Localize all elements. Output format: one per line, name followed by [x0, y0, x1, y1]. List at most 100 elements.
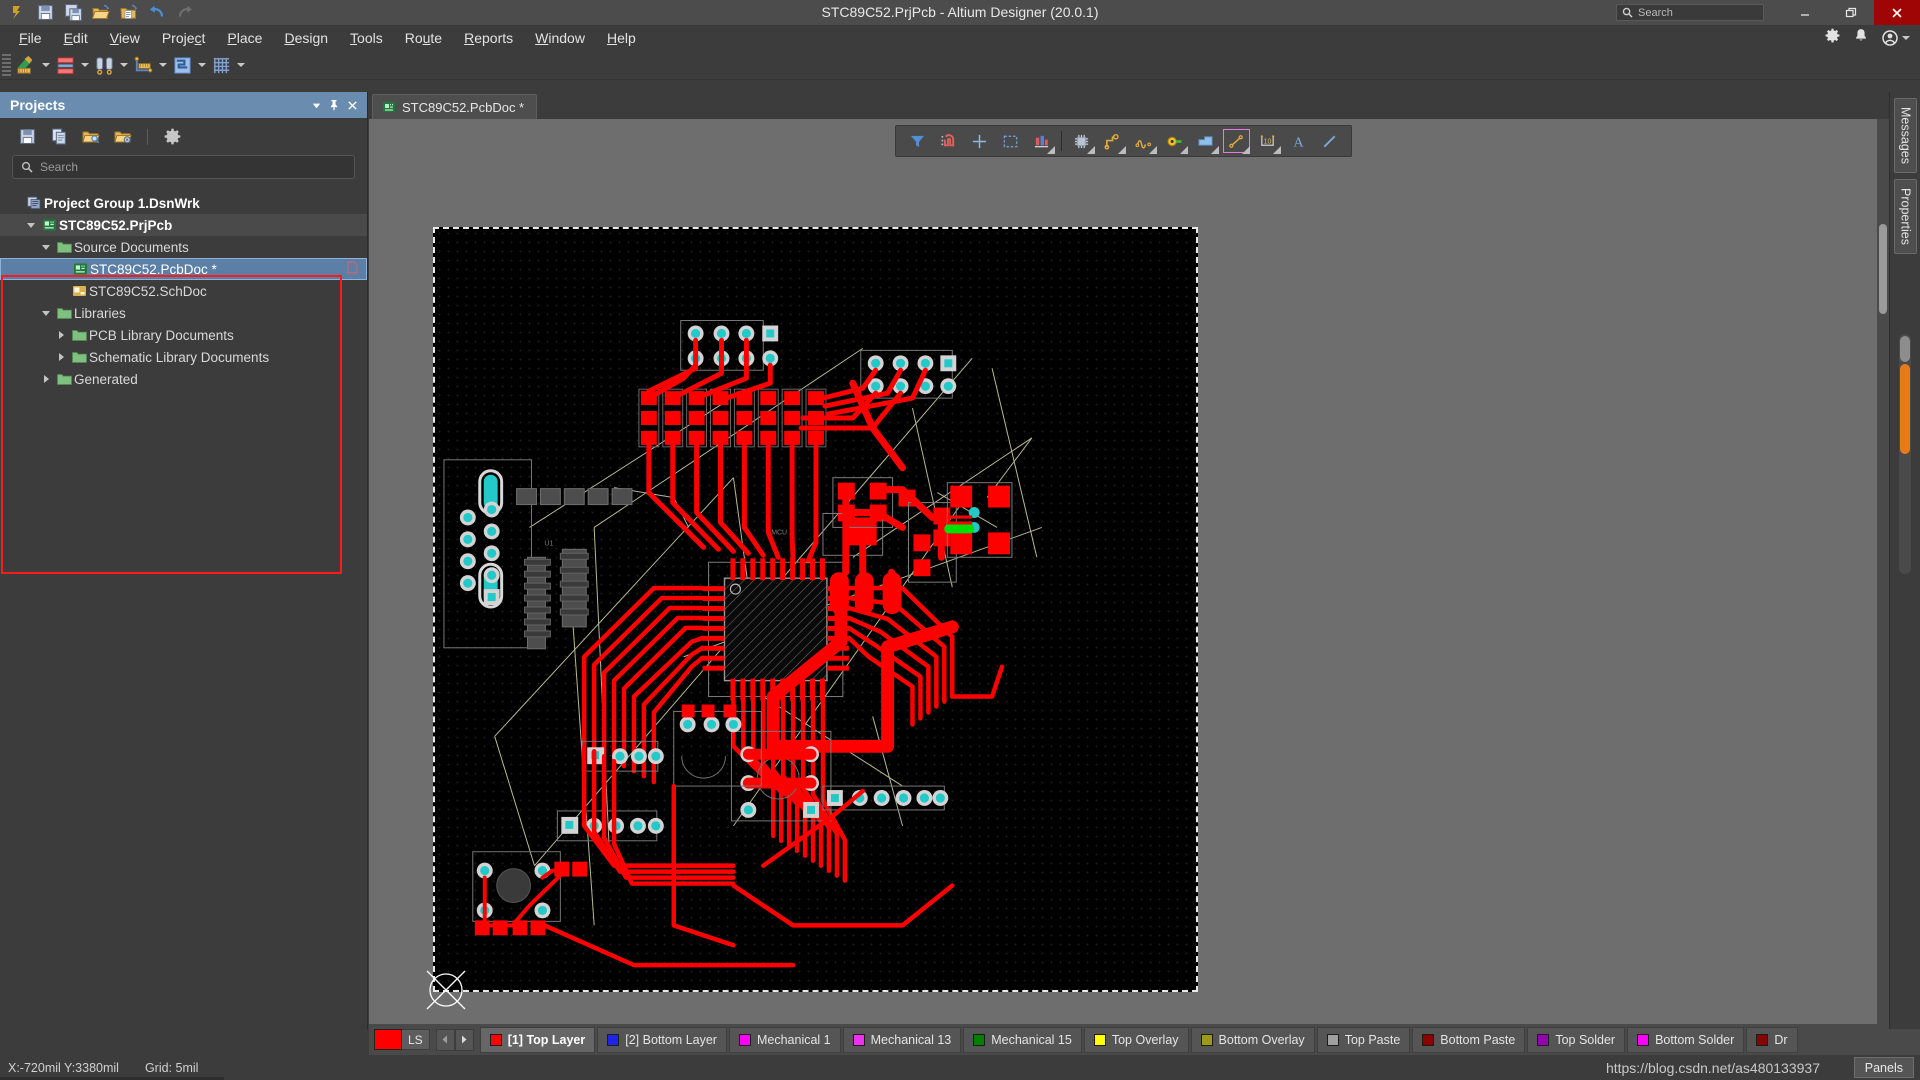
search-input[interactable]: Search — [1616, 4, 1764, 21]
layer-tab[interactable]: Top Overlay — [1084, 1027, 1189, 1053]
grid-icon[interactable] — [208, 53, 234, 78]
measure-icon[interactable] — [130, 53, 156, 78]
copy-project-icon[interactable] — [46, 125, 72, 149]
menu-route[interactable]: Route — [394, 26, 453, 50]
expander-expand-icon[interactable] — [53, 331, 69, 339]
layer-tab[interactable]: [1] Top Layer — [480, 1027, 596, 1053]
restore-button[interactable] — [1828, 0, 1874, 25]
layer-tab[interactable]: Bottom Solder — [1627, 1027, 1744, 1053]
component-icon[interactable] — [1066, 127, 1097, 155]
save-project-icon[interactable] — [14, 125, 40, 149]
open-folder-search-icon[interactable] — [78, 125, 104, 149]
tree-item[interactable]: STC89C52.SchDoc — [0, 280, 367, 302]
expander-collapse-icon[interactable] — [23, 223, 39, 228]
dock-scroll-thumb-grey[interactable] — [1900, 336, 1910, 362]
text-icon[interactable]: A — [1283, 127, 1314, 155]
layer-prev-button[interactable] — [436, 1029, 455, 1051]
tree-item[interactable]: STC89C52.PrjPcb — [0, 214, 367, 236]
inspect-icon[interactable] — [91, 53, 117, 78]
dock-scrollbar[interactable] — [1899, 334, 1911, 574]
tree-item[interactable]: Libraries — [0, 302, 367, 324]
measure-dropdown[interactable] — [156, 53, 169, 78]
filter-icon[interactable] — [902, 127, 933, 155]
tree-item[interactable]: Schematic Library Documents — [0, 346, 367, 368]
toolbar-grip[interactable] — [2, 54, 11, 76]
layer-tab[interactable]: Bottom Overlay — [1191, 1027, 1315, 1053]
save-all-icon[interactable] — [60, 1, 86, 24]
tree-item[interactable]: Generated — [0, 368, 367, 390]
tree-item[interactable]: Project Group 1.DsnWrk — [0, 192, 367, 214]
menu-place[interactable]: Place — [216, 26, 273, 50]
crosshair-icon[interactable] — [964, 127, 995, 155]
close-icon[interactable] — [343, 95, 361, 115]
menu-help[interactable]: Help — [596, 26, 647, 50]
save-icon[interactable] — [32, 1, 58, 24]
panels-button[interactable]: Panels — [1854, 1057, 1914, 1078]
layer-tab[interactable]: Top Paste — [1317, 1027, 1411, 1053]
dock-tab-messages[interactable]: Messages — [1894, 98, 1917, 173]
align-icon[interactable] — [1026, 127, 1057, 155]
menu-window[interactable]: Window — [524, 26, 596, 50]
expander-collapse-icon[interactable] — [38, 311, 54, 316]
tree-item[interactable]: STC89C52.PcbDoc * — [0, 258, 367, 280]
expander-expand-icon[interactable] — [38, 375, 54, 383]
layer-tab[interactable]: Mechanical 13 — [843, 1027, 962, 1053]
menu-view[interactable]: View — [99, 26, 151, 50]
net-wave-icon[interactable] — [1128, 127, 1159, 155]
tab-stc89c52-pcbdoc[interactable]: STC89C52.PcbDoc * — [372, 94, 537, 119]
undo-icon[interactable] — [144, 1, 170, 24]
close-button[interactable] — [1874, 0, 1920, 25]
via-icon[interactable] — [1159, 127, 1190, 155]
layer-tab[interactable]: Mechanical 15 — [963, 1027, 1082, 1053]
dock-tab-properties[interactable]: Properties — [1894, 179, 1917, 254]
menu-tools[interactable]: Tools — [339, 26, 394, 50]
minimize-button[interactable] — [1782, 0, 1828, 25]
canvas-scroll-thumb[interactable] — [1879, 224, 1887, 314]
dimension-arrow-icon[interactable] — [1221, 127, 1252, 155]
menu-file[interactable]: File — [8, 26, 53, 50]
pcb-layers-dropdown[interactable] — [78, 53, 91, 78]
tree-item[interactable]: PCB Library Documents — [0, 324, 367, 346]
pcb-board[interactable]: MCU U1 — [433, 227, 1198, 992]
inspect-dropdown[interactable] — [117, 53, 130, 78]
canvas-vertical-scrollbar[interactable] — [1877, 119, 1889, 1024]
panel-search-input[interactable]: Search — [12, 155, 355, 179]
menu-design[interactable]: Design — [273, 26, 339, 50]
snap-magnet-icon[interactable] — [933, 127, 964, 155]
selection-box-icon[interactable] — [995, 127, 1026, 155]
account-icon[interactable] — [1882, 30, 1910, 46]
expander-expand-icon[interactable] — [53, 353, 69, 361]
pin-icon[interactable] — [325, 95, 343, 115]
pcb-layers-icon[interactable] — [52, 53, 78, 78]
route-trace-icon[interactable] — [1097, 127, 1128, 155]
bell-icon[interactable] — [1854, 28, 1868, 48]
layer-tab[interactable]: Top Solder — [1527, 1027, 1625, 1053]
layer-next-button[interactable] — [455, 1029, 474, 1051]
open-project-icon[interactable] — [116, 1, 142, 24]
schematic-tools-dropdown[interactable] — [39, 53, 52, 78]
layer-tab[interactable]: Dr — [1746, 1027, 1797, 1053]
open-icon[interactable] — [88, 1, 114, 24]
gear-icon[interactable] — [1825, 28, 1840, 48]
schematic-tools-icon[interactable] — [13, 53, 39, 78]
dimension-value-icon[interactable]: 10 — [1252, 127, 1283, 155]
menu-project[interactable]: Project — [151, 26, 217, 50]
project-options-icon[interactable] — [110, 125, 136, 149]
route-interactive-icon[interactable] — [169, 53, 195, 78]
expander-collapse-icon[interactable] — [38, 245, 54, 250]
pcb-canvas[interactable]: 10A — [369, 119, 1889, 1024]
dock-scroll-thumb-accent[interactable] — [1900, 364, 1910, 454]
altium-logo-icon[interactable] — [4, 1, 30, 24]
layer-tab[interactable]: [2] Bottom Layer — [597, 1027, 727, 1053]
grid-dropdown[interactable] — [234, 53, 247, 78]
layer-set-chip[interactable]: LS — [374, 1029, 430, 1050]
polygon-pour-icon[interactable] — [1190, 127, 1221, 155]
settings-gear-icon[interactable] — [159, 125, 185, 149]
line-icon[interactable] — [1314, 127, 1345, 155]
layer-tab[interactable]: Bottom Paste — [1412, 1027, 1525, 1053]
route-interactive-dropdown[interactable] — [195, 53, 208, 78]
menu-reports[interactable]: Reports — [453, 26, 524, 50]
chevron-down-icon[interactable] — [1902, 36, 1910, 40]
tree-item[interactable]: Source Documents — [0, 236, 367, 258]
layer-tab[interactable]: Mechanical 1 — [729, 1027, 841, 1053]
